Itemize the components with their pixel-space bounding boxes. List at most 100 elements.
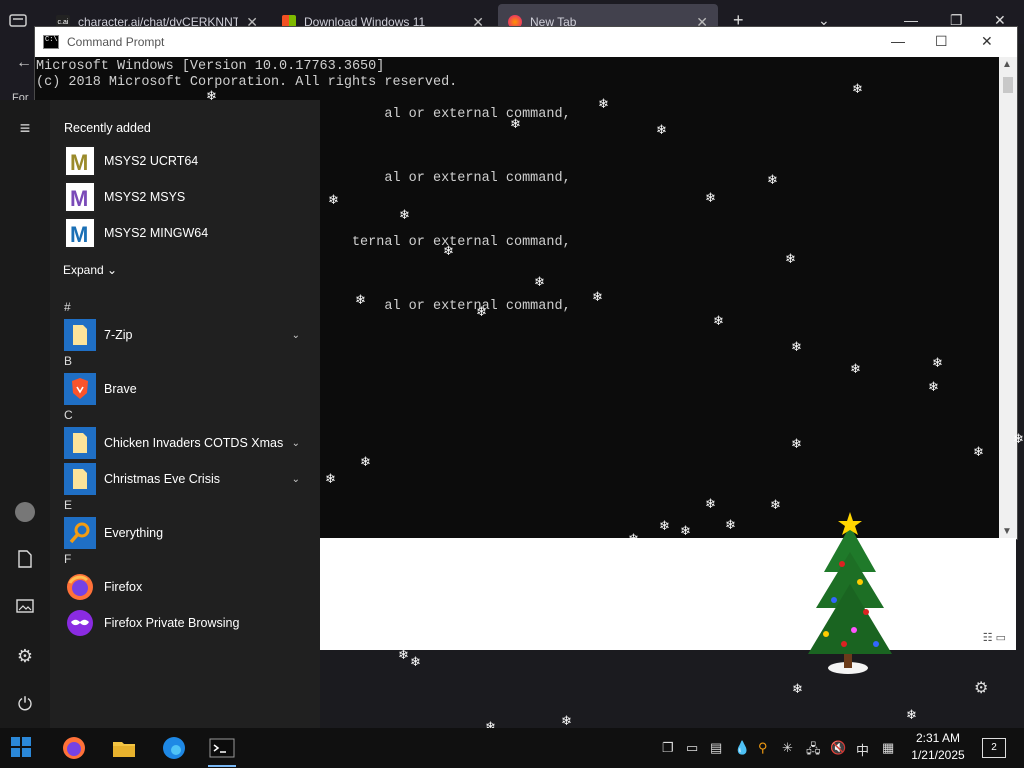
windows-start-button[interactable] (10, 736, 34, 760)
msys2-icon: M (64, 217, 96, 249)
scroll-down-icon[interactable]: ▼ (1002, 526, 1012, 537)
snowflake-icon: ❄ (928, 379, 939, 394)
edge-taskbar-icon[interactable] (160, 734, 188, 762)
cmd-app-icon: C:\ (43, 35, 59, 49)
brave-icon (64, 373, 96, 405)
taskbar: ❐ ▭ ▤ 💧 ⚲ ✳ 🖧 🔇 中 ▦ 2:31 AM 1/21/2025 2 (0, 728, 1024, 768)
settings-gear-icon[interactable]: ⚙ (974, 678, 988, 698)
expand-button[interactable]: Expand ⌄ (63, 263, 117, 277)
msys2-icon: M (64, 181, 96, 213)
app-label: Chicken Invaders COTDS Xmas (104, 436, 284, 450)
firefox-taskbar-icon[interactable] (60, 734, 88, 762)
scroll-up-icon[interactable]: ▲ (1002, 59, 1012, 70)
snowflake-icon: ❄ (328, 192, 339, 207)
app-label: MSYS2 UCRT64 (104, 154, 199, 168)
alphabet-section-header[interactable]: C (64, 408, 73, 422)
snowflake-icon: ❄ (680, 523, 691, 538)
notification-count: 2 (991, 742, 997, 753)
file-explorer-taskbar-icon[interactable] (110, 734, 138, 762)
back-arrow-icon[interactable]: ← (16, 54, 32, 72)
snowflake-icon: ❄ (656, 122, 667, 137)
app-list-item[interactable]: Christmas Eve Crisis ⌄ (64, 462, 310, 496)
app-list-item[interactable]: Everything (64, 516, 310, 550)
alphabet-section-header[interactable]: # (64, 300, 71, 314)
snowflake-icon: ❄ (510, 116, 521, 131)
snowflake-icon: ❄ (705, 496, 716, 511)
settings-gear-icon[interactable]: ⚙ (14, 646, 36, 667)
snowflake-icon: ❄ (785, 251, 796, 266)
alphabet-section-header[interactable]: E (64, 498, 72, 512)
minimize-icon[interactable]: — (891, 33, 905, 49)
app-list-item[interactable]: Firefox (64, 570, 310, 604)
sparkle-icon[interactable]: ✳ (782, 740, 793, 756)
christmas-tree-decoration (808, 512, 892, 674)
start-menu-rail: ≡ ⚙ ⏻ (0, 100, 50, 728)
folder-icon (64, 427, 96, 459)
app-list-item[interactable]: 7-Zip ⌄ (64, 318, 310, 352)
user-avatar-icon[interactable] (15, 502, 35, 522)
snowflake-icon: ❄ (973, 444, 984, 459)
cmd-scrollbar[interactable]: ▲ ▼ (999, 57, 1017, 539)
snowflake-icon: ❄ (476, 304, 487, 319)
snowflake-icon: ❄ (355, 292, 366, 307)
scrollbar-thumb[interactable] (1003, 77, 1013, 93)
hamburger-menu-icon[interactable]: ≡ (14, 118, 36, 139)
pictures-icon[interactable] (14, 598, 36, 619)
notification-center-button[interactable]: 2 (982, 738, 1006, 758)
app-list-item[interactable]: Chicken Invaders COTDS Xmas ⌄ (64, 426, 310, 460)
window-icon[interactable]: ▭ (686, 740, 698, 756)
cmd-titlebar[interactable]: C:\ Command Prompt — ☐ ✕ (35, 27, 1017, 57)
chevron-down-icon[interactable]: ⌄ (292, 474, 300, 485)
snowflake-icon: ❄ (592, 289, 603, 304)
svg-text:M: M (70, 150, 88, 175)
command-prompt-taskbar-icon[interactable] (208, 734, 236, 762)
system-clock[interactable]: 2:31 AM 1/21/2025 (906, 730, 970, 764)
snowflake-icon: ❄ (850, 361, 861, 376)
tab-list-icon[interactable] (8, 12, 30, 30)
snowflake-icon: ❄ (770, 497, 781, 512)
snowflake-icon: ❄ (932, 355, 943, 370)
close-icon[interactable]: ✕ (981, 33, 993, 50)
everything-search-icon[interactable]: ⚲ (758, 740, 768, 756)
tray-app-icon[interactable]: ▤ (710, 740, 722, 756)
chevron-down-icon[interactable]: ⌄ (292, 330, 300, 341)
droplet-icon[interactable]: 💧 (734, 740, 750, 756)
snowflake-icon: ❄ (561, 713, 572, 728)
snowflake-icon: ❄ (325, 471, 336, 486)
recent-app-item[interactable]: M MSYS2 UCRT64 (64, 144, 310, 178)
alphabet-section-header[interactable]: F (64, 552, 71, 566)
app-label: MSYS2 MSYS (104, 190, 186, 204)
view-mode-icons[interactable]: ☷ ▭ (983, 631, 1006, 644)
msys2-icon: M (64, 145, 96, 177)
snowflake-icon: ❄ (659, 518, 670, 533)
snowflake-icon: ❄ (713, 313, 724, 328)
app-list-item[interactable]: Brave (64, 372, 310, 406)
cmd-title: Command Prompt (67, 35, 165, 49)
chevron-down-icon[interactable]: ⌄ (292, 438, 300, 449)
snowflake-icon: ❄ (360, 454, 371, 469)
app-label: MSYS2 MINGW64 (104, 226, 209, 240)
snowflake-icon: ❄ (725, 517, 736, 532)
background-window-area: ☷ ▭ (320, 538, 1016, 650)
recent-app-item[interactable]: M MSYS2 MINGW64 (64, 216, 310, 250)
network-icon[interactable]: 🖧 (806, 740, 821, 762)
ime-indicator[interactable]: 中 (856, 740, 869, 759)
input-method-grid-icon[interactable]: ▦ (882, 740, 894, 756)
power-icon[interactable]: ⏻ (14, 694, 36, 715)
chevron-down-icon: ⌄ (107, 263, 118, 277)
app-list-item[interactable]: Firefox Private Browsing (64, 606, 310, 640)
snowflake-icon: ❄ (398, 647, 409, 662)
volume-muted-icon[interactable]: 🔇 (830, 740, 846, 756)
alphabet-section-header[interactable]: B (64, 354, 72, 368)
recent-app-item[interactable]: M MSYS2 MSYS (64, 180, 310, 214)
folder-icon (64, 319, 96, 351)
documents-icon[interactable] (14, 550, 36, 573)
cmd-output-line: Microsoft Windows [Version 10.0.17763.36… (36, 59, 385, 74)
clock-time: 2:31 AM (915, 731, 961, 745)
snowflake-icon: ❄ (410, 654, 421, 669)
maximize-icon[interactable]: ☐ (935, 33, 948, 50)
firefox-private-icon (64, 607, 96, 639)
task-view-icon[interactable]: ❐ (662, 740, 674, 756)
snowflake-icon: ❄ (1013, 431, 1024, 446)
firefox-icon (64, 571, 96, 603)
